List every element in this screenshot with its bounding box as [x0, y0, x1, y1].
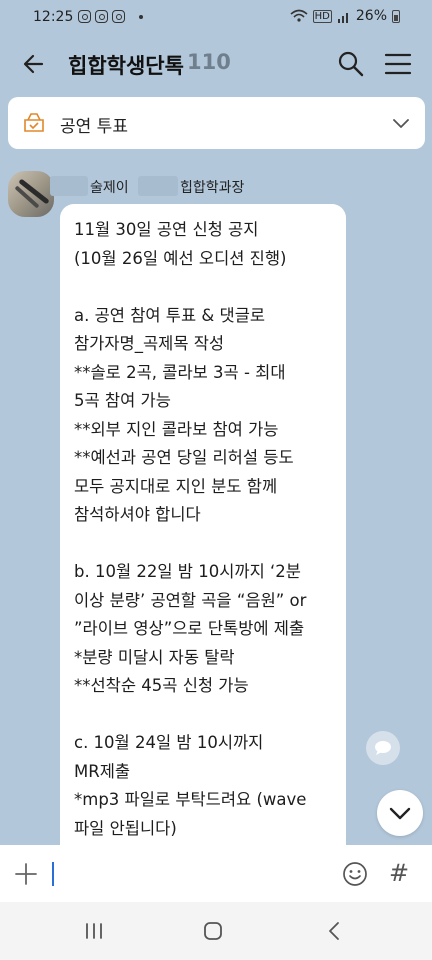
message-line: **선착순 45곡 신청 가능	[74, 676, 249, 695]
message-line: b. 10월 22일 밤 10시까지 ‘2분	[74, 562, 301, 581]
chat-title: 힙합학생단톡	[68, 54, 184, 78]
sender-name-part2: 힙합학과장	[180, 180, 245, 196]
hd-voice-icon: HD	[312, 9, 332, 23]
message-bubble[interactable]: 11월 30일 공연 신청 공지 (10월 26일 예선 오디션 진행) a. …	[60, 204, 346, 864]
instagram-icon	[95, 10, 108, 23]
message-line: 파일 안됩니다)	[74, 818, 177, 838]
avatar[interactable]	[8, 171, 54, 217]
status-time: 12:25	[33, 9, 74, 25]
message-line: 이상 분량’ 공연할 곡을 “음원” or	[74, 590, 307, 610]
reaction-button[interactable]	[366, 731, 400, 765]
search-icon[interactable]	[336, 49, 366, 79]
wifi-icon	[290, 9, 308, 22]
message-line: 참가자명_곡제목 작성	[74, 334, 225, 353]
scroll-to-bottom-button[interactable]	[377, 790, 423, 836]
status-right: HD 26%	[290, 8, 400, 24]
message-line: *mp3 파일로 부탁드려요 (wave	[74, 790, 307, 809]
message-line: 참석하셔야 합니다	[74, 505, 201, 524]
back-arrow-icon[interactable]	[18, 48, 50, 80]
instagram-icon	[78, 10, 91, 23]
message-input-bar: #	[0, 845, 432, 902]
message-line: **솔로 2곡, 콜라보 3곡 - 최대	[74, 362, 286, 382]
message-line: c. 10월 24일 밤 10시까지	[74, 733, 264, 752]
chevron-down-icon[interactable]	[391, 113, 411, 133]
menu-icon[interactable]	[383, 50, 413, 78]
message-line: (10월 26일 예선 오디션 진행)	[74, 248, 287, 268]
redacted-name	[50, 176, 88, 196]
text-cursor	[52, 862, 54, 886]
battery-percent: 26%	[355, 8, 387, 24]
pinned-vote-label: 공연 투표	[60, 117, 128, 137]
battery-icon	[392, 9, 400, 23]
signal-icon	[337, 12, 348, 23]
message-line: a. 공연 참여 투표 & 댓글로	[74, 305, 266, 325]
message-input[interactable]	[56, 857, 330, 893]
message-line	[74, 701, 332, 730]
recents-icon[interactable]	[84, 923, 104, 939]
sender-name-part1: 술제이	[90, 180, 129, 196]
message-line: *분량 미달시 자동 탈락	[74, 647, 235, 667]
system-nav-bar	[0, 902, 432, 960]
member-count: 110	[187, 50, 231, 74]
hash-icon[interactable]: #	[389, 859, 409, 887]
message-line	[74, 530, 332, 559]
nav-back-icon[interactable]	[325, 921, 345, 941]
pinned-vote-bar[interactable]: 공연 투표	[8, 97, 425, 149]
chat-bubble-icon	[375, 741, 391, 755]
message-line: ”라이브 영상”으로 단톡방에 제출	[74, 619, 305, 638]
message-line	[74, 273, 332, 302]
redacted-name	[138, 176, 178, 196]
message-line: 5곡 참여 가능	[74, 391, 171, 410]
message-line: **외부 지인 콜라보 참여 가능	[74, 419, 279, 439]
notification-icons	[78, 10, 143, 23]
home-icon[interactable]	[203, 921, 223, 941]
status-bar: 12:25 HD 26%	[0, 0, 432, 34]
message-line: MR제출	[74, 761, 131, 781]
more-notifications-icon	[139, 14, 143, 19]
gallery-icon	[112, 10, 125, 23]
message-line: 11월 30일 공연 신청 공지	[74, 220, 259, 239]
chat-header: 힙합학생단톡 110	[0, 34, 432, 94]
vote-box-icon	[24, 113, 44, 132]
message-line: **예선과 공연 당일 리허설 등도	[74, 448, 294, 467]
chevron-down-icon	[389, 807, 411, 820]
plus-icon[interactable]	[14, 862, 38, 886]
emoji-icon[interactable]	[342, 861, 368, 887]
message-line: 모두 공지대로 지인 분도 함께	[74, 476, 278, 496]
